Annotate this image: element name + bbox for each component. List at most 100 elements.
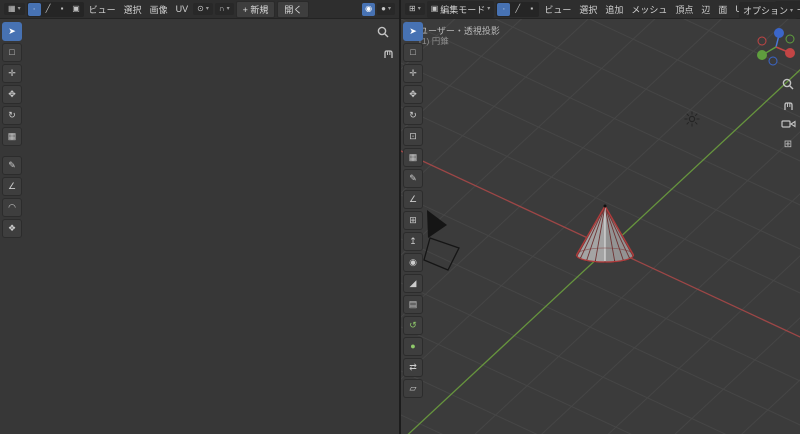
chevron-down-icon: ▾ bbox=[226, 6, 230, 12]
uv-editor-canvas[interactable] bbox=[0, 19, 399, 434]
tool-measure-button[interactable]: ∠ bbox=[2, 177, 22, 196]
tool-spin-button[interactable]: ↺ bbox=[403, 316, 423, 335]
gizmo-neg-y-axis[interactable] bbox=[785, 34, 795, 44]
orthographic-toggle-icon[interactable]: ⊞ bbox=[780, 136, 796, 152]
gizmo-x-axis[interactable] bbox=[785, 48, 795, 58]
tool-transform-button[interactable]: ▦ bbox=[2, 127, 22, 146]
tool-edge-slide-button[interactable]: ⇄ bbox=[403, 358, 423, 377]
edge-mode-button[interactable]: ╱ bbox=[511, 3, 524, 16]
tool-tweak-button[interactable]: ➤ bbox=[2, 22, 22, 41]
chevron-down-icon: ▾ bbox=[487, 6, 491, 12]
viewport-3d[interactable] bbox=[401, 19, 800, 434]
tool-grab-button[interactable]: ❖ bbox=[2, 219, 22, 238]
tool-annotate-button[interactable]: ✎ bbox=[2, 156, 22, 175]
uv-face-select-button[interactable]: ▪ bbox=[56, 3, 69, 16]
zoom-icon[interactable] bbox=[375, 24, 391, 40]
viewport-panel: ⊞ ▾ ▣ 編集モード ▾ ∙ ╱ ▪ ビュー 選択 追加 メッシュ 頂点 辺 … bbox=[401, 0, 800, 434]
uv-editor-header: ▦ ▾ ∙ ╱ ▪ ▣ ビュー 選択 画像 UV ⊙ ▾ ∩ ▾ + 新規 開く bbox=[0, 0, 399, 19]
uv-overlay-toggle[interactable]: ◉ bbox=[362, 2, 376, 16]
cone-apex-vertex[interactable] bbox=[603, 204, 607, 208]
uv-editor-panel: ▦ ▾ ∙ ╱ ▪ ▣ ビュー 選択 画像 UV ⊙ ▾ ∩ ▾ + 新規 開く bbox=[0, 0, 399, 434]
tool-add-cube-button[interactable]: ⊞ bbox=[403, 211, 423, 230]
new-image-button[interactable]: + 新規 bbox=[235, 0, 276, 18]
gizmo-z-axis[interactable] bbox=[774, 28, 784, 38]
cone-object[interactable] bbox=[575, 204, 635, 263]
tool-relax-button[interactable]: ◠ bbox=[2, 198, 22, 217]
snap-dropdown[interactable]: ∩ ▾ bbox=[214, 3, 234, 15]
pivot-dropdown[interactable]: ⊙ ▾ bbox=[193, 3, 213, 15]
tool-extrude-button[interactable]: ↥ bbox=[403, 232, 423, 251]
options-dropdown[interactable]: オプション ▾ bbox=[738, 2, 797, 19]
viewport-toolbar: ➤ □ ✛ ✥ ↻ ⊡ ▦ ✎ ∠ ⊞ ↥ ◉ ◢ ▤ ↺ ● ⇄ ▱ bbox=[403, 22, 423, 398]
pivot-icon: ⊙ bbox=[197, 4, 204, 13]
tool-move-button[interactable]: ✥ bbox=[403, 85, 423, 104]
tool-shear-button[interactable]: ▱ bbox=[403, 379, 423, 398]
menu-face[interactable]: 面 bbox=[715, 1, 730, 18]
display-channel-icon: ● bbox=[381, 4, 386, 13]
navigation-gizmo[interactable] bbox=[754, 24, 798, 70]
tool-bevel-button[interactable]: ◢ bbox=[403, 274, 423, 293]
mode-dropdown-label: 編集モード bbox=[440, 4, 486, 15]
camera-view-icon[interactable] bbox=[780, 116, 796, 132]
camera-object[interactable] bbox=[423, 210, 460, 271]
editor-type-dropdown[interactable]: ▦ ▾ bbox=[4, 3, 25, 15]
menu-view[interactable]: ビュー bbox=[86, 1, 119, 18]
gizmo-y-axis[interactable] bbox=[757, 50, 767, 60]
tool-smooth-button[interactable]: ● bbox=[403, 337, 423, 356]
blender-window: ▦ ▾ ∙ ╱ ▪ ▣ ビュー 選択 画像 UV ⊙ ▾ ∩ ▾ + 新規 開く bbox=[0, 0, 800, 434]
menu-view[interactable]: ビュー bbox=[541, 1, 574, 18]
vertex-mode-button[interactable]: ∙ bbox=[497, 2, 511, 16]
editor-type-dropdown[interactable]: ⊞ ▾ bbox=[405, 3, 425, 15]
menu-add[interactable]: 追加 bbox=[602, 1, 626, 18]
chevron-down-icon: ▾ bbox=[205, 6, 209, 12]
edit-mode-icon: ▣ bbox=[430, 4, 439, 13]
tool-select-box-button[interactable]: □ bbox=[2, 43, 22, 62]
uv-select-mode-group: ∙ ╱ ▪ ▣ bbox=[26, 1, 84, 17]
menu-mesh[interactable]: メッシュ bbox=[628, 1, 670, 18]
tool-annotate-button[interactable]: ✎ bbox=[403, 169, 423, 188]
tool-tweak-button[interactable]: ➤ bbox=[403, 22, 423, 41]
tool-inset-faces-button[interactable]: ◉ bbox=[403, 253, 423, 272]
tool-rotate-button[interactable]: ↻ bbox=[403, 106, 423, 125]
uv-editor-icon: ▦ bbox=[8, 4, 16, 13]
chevron-down-icon: ▾ bbox=[17, 6, 21, 12]
magnet-icon: ∩ bbox=[218, 4, 225, 13]
tool-select-box-button[interactable]: □ bbox=[403, 43, 423, 62]
menu-uv[interactable]: UV bbox=[173, 2, 192, 16]
mode-dropdown[interactable]: ▣ 編集モード ▾ bbox=[426, 0, 495, 18]
chevron-down-icon: ▾ bbox=[387, 6, 391, 12]
active-object-label: (1) 円錐 bbox=[419, 36, 449, 46]
gizmo-neg-x-axis[interactable] bbox=[757, 36, 767, 46]
options-label: オプション bbox=[742, 6, 788, 16]
menu-select[interactable]: 選択 bbox=[121, 1, 145, 18]
open-image-button[interactable]: 開く bbox=[277, 0, 310, 18]
toolbar-separator bbox=[2, 148, 22, 154]
tool-measure-button[interactable]: ∠ bbox=[403, 190, 423, 209]
face-mode-button[interactable]: ▪ bbox=[525, 3, 538, 16]
gizmo-neg-z-axis[interactable] bbox=[768, 56, 778, 66]
pan-hand-icon[interactable] bbox=[380, 44, 396, 60]
menu-vertex[interactable]: 頂点 bbox=[672, 1, 696, 18]
tool-cursor-button[interactable]: ✛ bbox=[403, 64, 423, 83]
display-channels-dropdown[interactable]: ● ▾ bbox=[377, 3, 395, 15]
menu-select[interactable]: 選択 bbox=[576, 1, 600, 18]
tool-cursor-button[interactable]: ✛ bbox=[2, 64, 22, 83]
chevron-down-icon: ▾ bbox=[417, 6, 421, 12]
uv-vertex-select-button[interactable]: ∙ bbox=[27, 2, 41, 16]
tool-scale-button[interactable]: ⊡ bbox=[403, 127, 423, 146]
zoom-icon[interactable] bbox=[780, 76, 796, 92]
viewport-editor-icon: ⊞ bbox=[409, 4, 416, 13]
tool-loop-cut-button[interactable]: ▤ bbox=[403, 295, 423, 314]
light-object[interactable] bbox=[684, 111, 700, 127]
pan-hand-icon[interactable] bbox=[780, 96, 796, 112]
uv-toolbar: ➤ □ ✛ ✥ ↻ ▦ ✎ ∠ ◠ ❖ bbox=[2, 22, 22, 238]
chevron-down-icon: ▾ bbox=[789, 7, 793, 14]
uv-edge-select-button[interactable]: ╱ bbox=[42, 3, 55, 16]
mesh-select-mode-group: ∙ ╱ ▪ bbox=[496, 1, 540, 17]
uv-island-select-button[interactable]: ▣ bbox=[70, 3, 83, 16]
tool-move-button[interactable]: ✥ bbox=[2, 85, 22, 104]
tool-rotate-button[interactable]: ↻ bbox=[2, 106, 22, 125]
menu-edge[interactable]: 辺 bbox=[698, 1, 713, 18]
menu-image[interactable]: 画像 bbox=[147, 1, 171, 18]
tool-transform-button[interactable]: ▦ bbox=[403, 148, 423, 167]
